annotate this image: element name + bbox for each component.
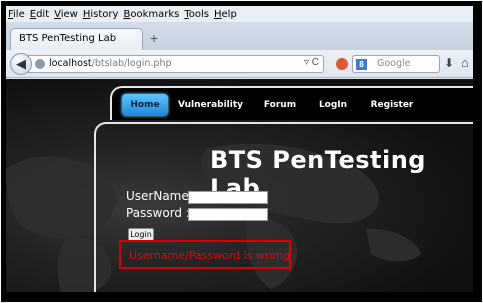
menu-edit[interactable]: Edit [30,9,49,20]
menu-tools[interactable]: Tools [184,9,209,20]
reload-icon[interactable]: ▿ C [304,57,319,68]
menu-file[interactable]: File [8,9,25,20]
url-path: /btslab/login.php [91,58,172,69]
new-tab-button[interactable]: + [150,31,158,45]
menu-help[interactable]: Help [214,9,237,20]
tab-active[interactable]: BTS PenTesting Lab [10,28,143,50]
globe-icon [35,59,45,69]
tab-strip: BTS PenTesting Lab + [6,22,473,50]
content-panel: BTS PenTesting Lab UserName: Password : … [94,122,473,292]
url-host: localhost [49,58,92,69]
error-message: Username/Password is wrong [129,249,290,262]
nav-home[interactable]: Home [122,94,168,116]
nav-login[interactable]: LogIn [315,94,351,116]
window-frame: File Edit View History Bookmarks Tools H… [1,1,482,302]
search-placeholder: Google [377,58,411,69]
download-icon[interactable]: ⬇ [444,56,454,70]
nav-register[interactable]: Register [367,94,417,116]
home-icon[interactable]: ⌂ [461,55,469,70]
tab-title: BTS PenTesting Lab [19,33,117,44]
google-icon: 8 [356,59,367,70]
url-bar[interactable]: localhost/btslab/login.php ▿ C [28,55,324,73]
navigation-toolbar: localhost/btslab/login.php ▿ C ◀ 8 Googl… [6,50,473,78]
site-nav: Home Vulnerability Forum LogIn Register [110,86,473,120]
error-highlight-box: Username/Password is wrong [119,240,291,269]
back-arrow-icon[interactable]: ◀ [10,53,32,75]
menu-view[interactable]: View [54,9,78,20]
nav-forum[interactable]: Forum [260,94,300,116]
menu-bookmarks[interactable]: Bookmarks [123,9,179,20]
nav-vulnerability[interactable]: Vulnerability [178,94,243,116]
menu-bar: File Edit View History Bookmarks Tools H… [6,6,473,22]
duckduckgo-icon[interactable] [336,58,348,70]
menu-history[interactable]: History [83,9,119,20]
search-input[interactable]: 8 Google [352,55,440,73]
browser-window: File Edit View History Bookmarks Tools H… [6,6,473,292]
url-text: localhost/btslab/login.php [49,58,172,69]
password-label: Password : [126,206,190,220]
web-page: Home Vulnerability Forum LogIn Register … [6,79,473,292]
username-field[interactable] [188,191,268,204]
username-label: UserName: [126,189,193,203]
password-field[interactable] [188,208,268,221]
